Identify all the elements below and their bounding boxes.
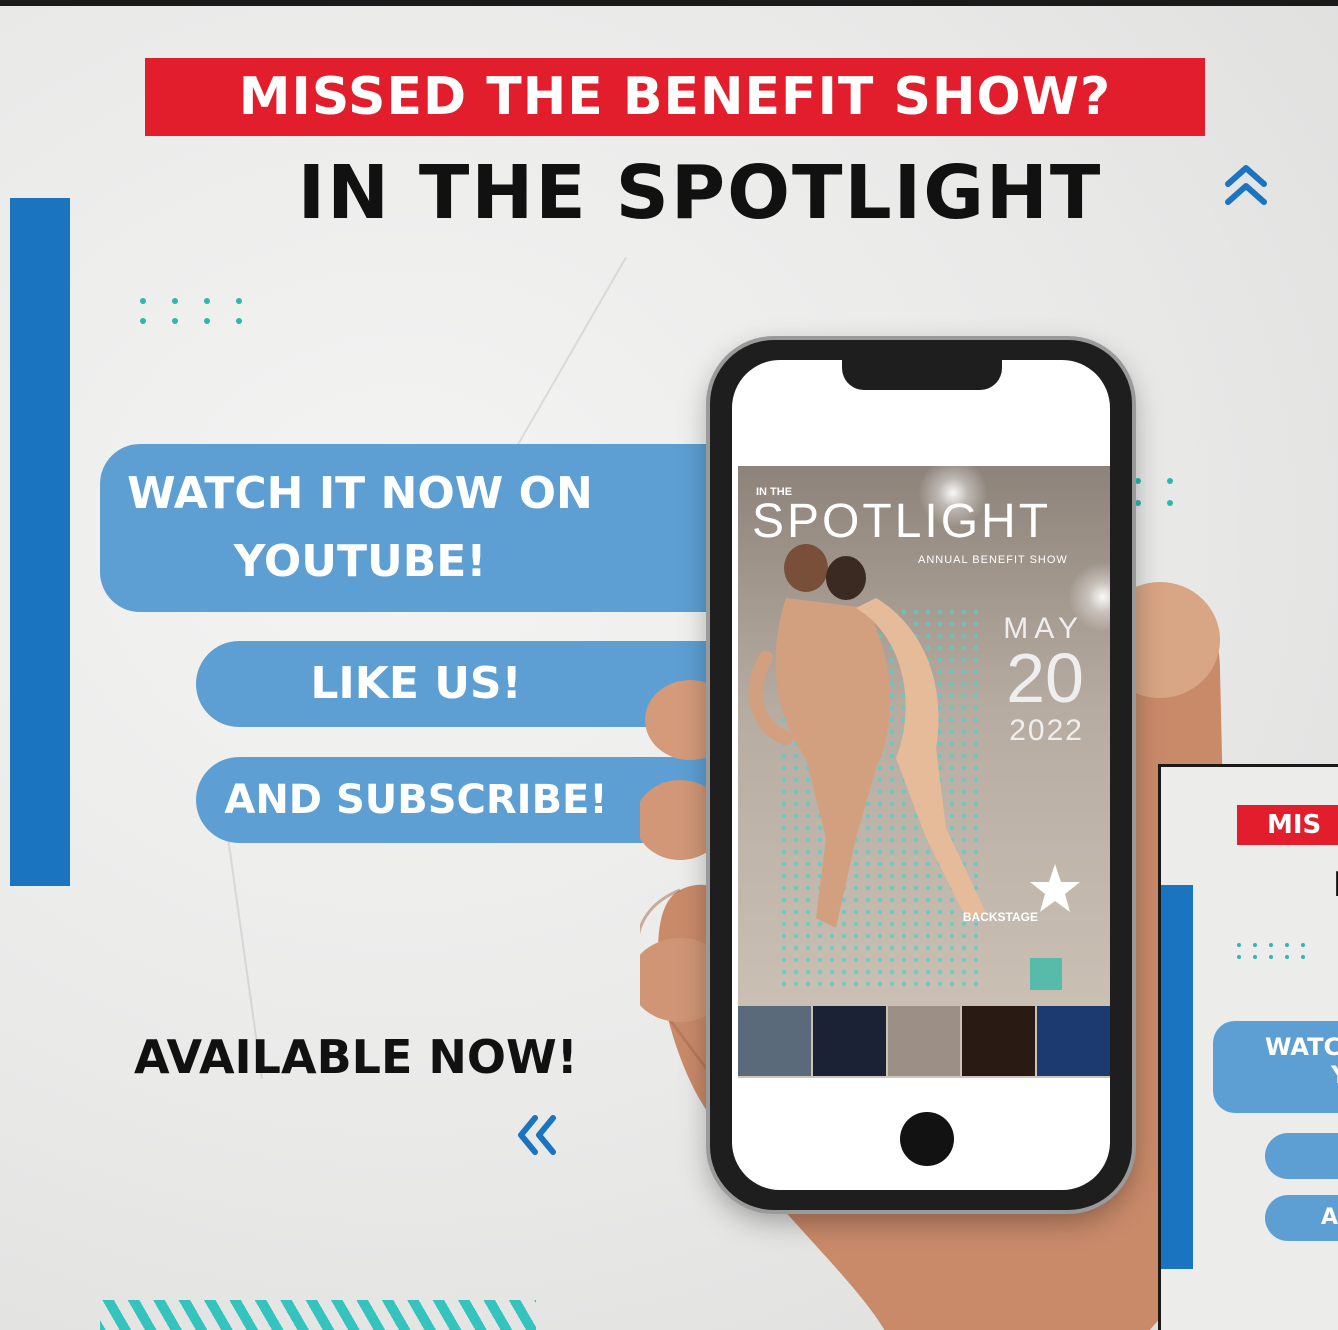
poster-thumbnail-strip [738,1006,1110,1076]
inset-subscribe-pill: A [1265,1195,1338,1241]
watch-line-1: WATCH IT NOW ON [127,468,593,519]
double-chevron-up-icon [1225,165,1267,205]
inset-banner: MIS [1237,805,1338,845]
poster-logo-text: BACKSTAGE [962,910,1038,924]
inset-watch-line-2: Y [1265,1061,1338,1089]
inset-watch-line-1: WATC [1265,1033,1338,1061]
watch-line-2: YOUTUBE! [233,536,487,587]
phone-notch [842,360,1002,390]
inset-dot-grid [1237,943,1307,959]
promo-banner: MISSED THE BENEFIT SHOW? [145,58,1205,136]
phone-home-button [900,1112,954,1166]
top-border [0,0,1338,6]
available-now-text: AVAILABLE NOW! [134,1030,578,1084]
poster-background: MISSED THE BENEFIT SHOW? IN THE SPOTLIGH… [0,0,1338,1330]
inset-watch-pill: WATC Y [1213,1021,1338,1113]
side-accent-bar [10,198,70,886]
decorative-dot-grid [140,298,244,324]
phone-screen: IN THE SPOTLIGHT ANNUAL BENEFIT SHOW MAY… [732,360,1110,1190]
inset-side-bar [1161,885,1193,1269]
double-chevron-left-icon [518,1115,556,1155]
dancers-image [748,544,986,928]
smartphone: IN THE SPOTLIGHT ANNUAL BENEFIT SHOW MAY… [710,340,1132,1210]
qr-code [1030,958,1062,990]
decorative-dot-grid-right [1135,478,1175,506]
poster-year: 2022 [1009,714,1084,747]
teal-stripe-pattern [100,1300,536,1330]
inset-headline: I [1333,865,1338,905]
show-poster: IN THE SPOTLIGHT ANNUAL BENEFIT SHOW MAY… [738,466,1110,1078]
inset-like-pill [1265,1133,1338,1179]
page-title: IN THE SPOTLIGHT [297,150,1103,236]
star-logo-icon [1030,864,1080,912]
inset-thumbnail: MIS I WATC Y A [1158,764,1338,1330]
poster-day: 20 [1006,639,1084,717]
